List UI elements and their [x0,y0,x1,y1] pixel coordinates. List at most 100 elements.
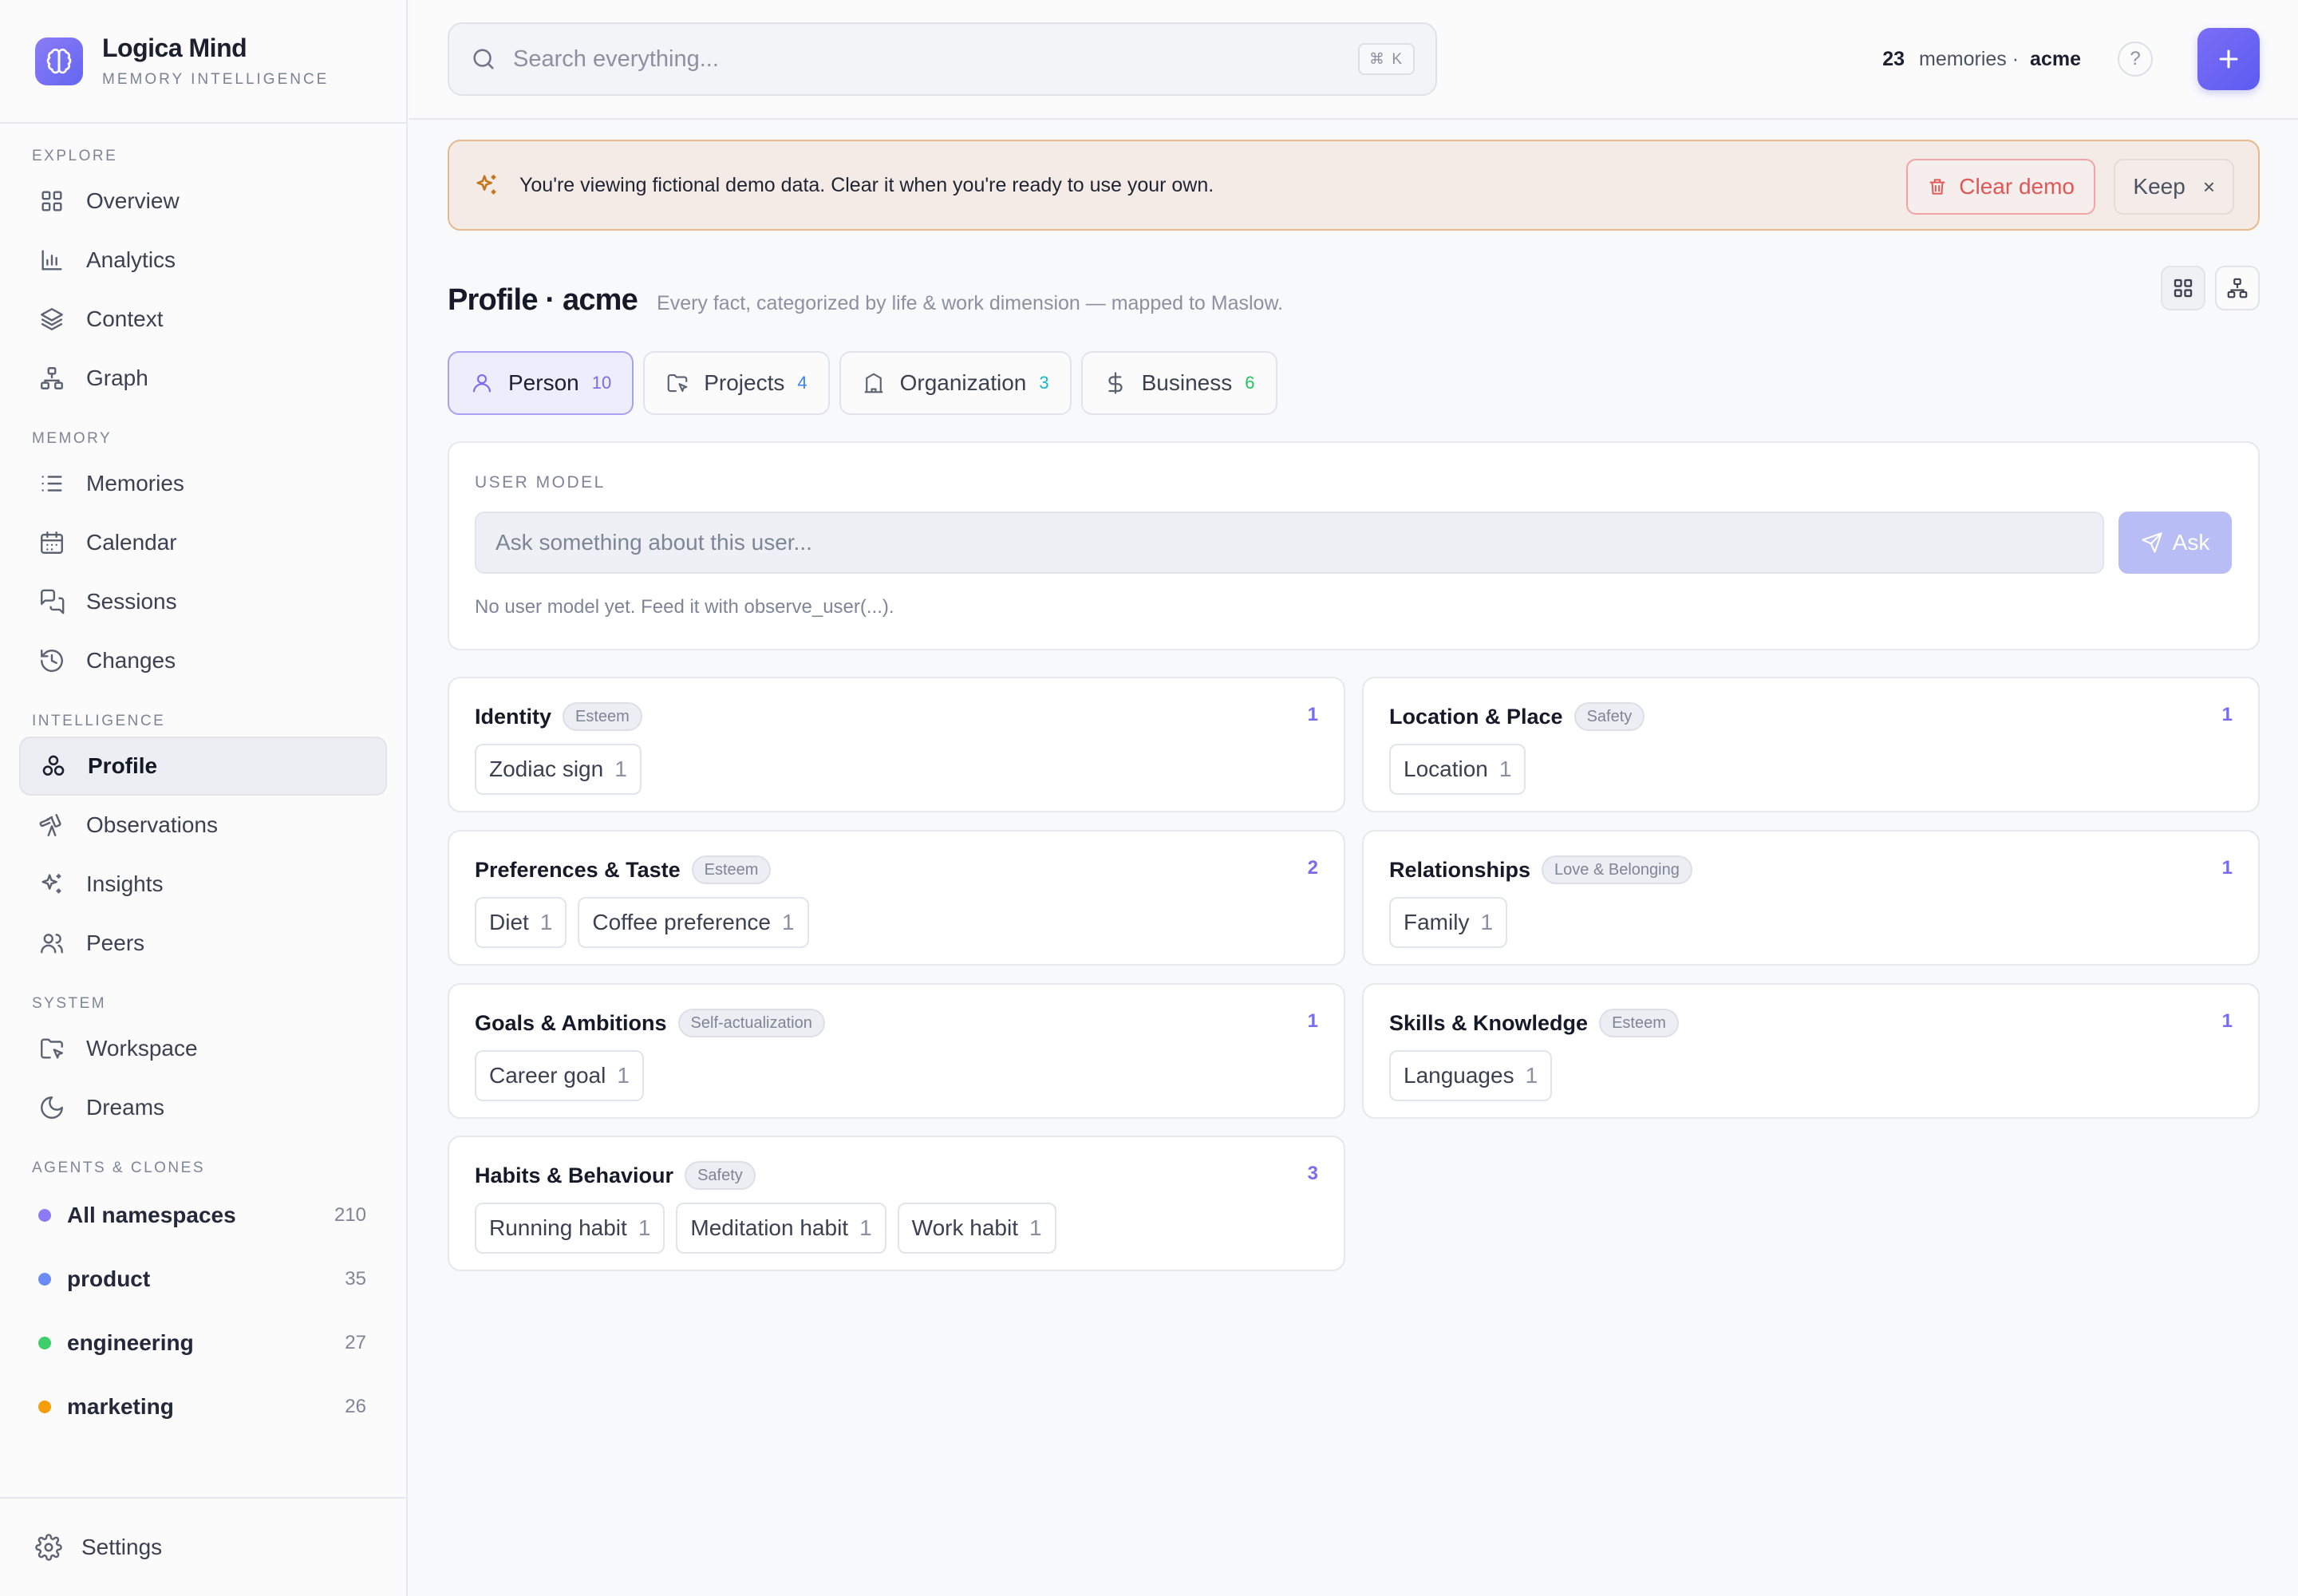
add-memory-button[interactable] [2197,28,2260,90]
fact-chip[interactable]: Running habit 1 [475,1203,665,1254]
namespace-label: All namespaces [67,1203,236,1227]
card-title: Relationships [1389,857,1531,882]
user-model-label: USER MODEL [475,473,606,492]
sidebar-item-dreams[interactable]: Dreams [19,1078,387,1137]
maslow-badge: Esteem [1599,1009,1679,1037]
fact-chip[interactable]: Career goal 1 [475,1050,644,1101]
memory-count: 23 [1882,47,1905,70]
sidebar-item-label: Overview [86,188,180,213]
category-card-habits[interactable]: Habits & Behaviour Safety 3 Running habit… [448,1136,1345,1271]
fact-chip[interactable]: Location 1 [1389,744,1526,795]
layers-icon [38,306,65,333]
sidebar-item-analytics[interactable]: Analytics [19,231,387,290]
topbar: Search everything... ⌘ K 23 memories · a… [409,0,2298,120]
section-label-intelligence: INTELLIGENCE [32,713,166,729]
brand[interactable]: Logica Mind MEMORY INTELLIGENCE [0,0,406,124]
maslow-badge: Safety [1573,702,1645,731]
brain-logo-icon [35,37,83,85]
fact-chip[interactable]: Coffee preference 1 [578,897,809,948]
tab-label: Business [1141,370,1233,395]
sidebar-item-label: Sessions [86,589,177,614]
search-icon [470,45,497,73]
category-card-location[interactable]: Location & Place Safety 1 Location 1 [1362,677,2260,812]
sidebar-item-peers[interactable]: Peers [19,914,387,973]
sidebar-item-context[interactable]: Context [19,290,387,349]
tree-view-button[interactable] [2215,266,2260,310]
category-card-skills[interactable]: Skills & Knowledge Esteem 1 Languages 1 [1362,983,2260,1119]
keep-demo-button[interactable]: Keep × [2114,159,2234,215]
tab-organization[interactable]: Organization 3 [839,351,1072,415]
dollar-icon [1104,371,1127,395]
fact-chip[interactable]: Family 1 [1389,897,1508,948]
fact-chip[interactable]: Work habit 1 [897,1203,1056,1254]
card-count: 1 [1307,704,1318,725]
fact-chip[interactable]: Languages 1 [1389,1050,1553,1101]
chip-count: 1 [1480,910,1494,934]
page-title: Profile · acme [448,283,638,317]
sidebar-item-label: Calendar [86,530,177,555]
fact-chip[interactable]: Diet 1 [475,897,567,948]
chip-count: 1 [539,910,553,934]
chip-count: 1 [1525,1063,1538,1088]
card-title: Habits & Behaviour [475,1163,674,1187]
sidebar-item-profile[interactable]: Profile [19,737,387,796]
sidebar-item-label: Dreams [86,1095,165,1120]
tab-count: 4 [797,373,807,393]
sidebar-item-label: Graph [86,365,148,390]
sidebar-item-sessions[interactable]: Sessions [19,572,387,631]
fact-chip[interactable]: Meditation habit 1 [676,1203,886,1254]
category-card-goals[interactable]: Goals & Ambitions Self-actualization 1 Ca… [448,983,1345,1119]
chip-count: 1 [1498,757,1512,781]
grid-view-button[interactable] [2161,266,2205,310]
sidebar-item-observations[interactable]: Observations [19,796,387,855]
demo-banner: You're viewing fictional demo data. Clea… [448,140,2260,231]
tab-person[interactable]: Person 10 [448,351,634,415]
namespace-item-engineering[interactable]: engineering 27 [0,1311,406,1375]
section-label-explore: EXPLORE [32,148,118,164]
card-title: Location & Place [1389,704,1563,729]
tab-business[interactable]: Business 6 [1080,351,1277,415]
namespace-item-all[interactable]: All namespaces 210 [0,1183,406,1247]
card-title: Preferences & Taste [475,857,681,882]
sidebar-item-graph[interactable]: Graph [19,349,387,408]
category-card-preferences[interactable]: Preferences & Taste Esteem 2 Diet 1 Coffee… [448,830,1345,966]
card-title: Skills & Knowledge [1389,1010,1589,1035]
sidebar-item-workspace[interactable]: Workspace [19,1019,387,1078]
user-model-note: No user model yet. Feed it with observe_… [475,596,894,618]
card-title: Identity [475,704,552,729]
users-icon [38,930,65,957]
search-input[interactable]: Search everything... ⌘ K [448,22,1437,96]
fact-chip[interactable]: Zodiac sign 1 [475,744,642,795]
brand-name: Logica Mind [102,34,247,62]
sidebar-item-overview[interactable]: Overview [19,172,387,231]
sidebar-item-memories[interactable]: Memories [19,454,387,513]
card-count: 3 [1307,1163,1318,1184]
settings-button[interactable]: Settings [0,1497,406,1596]
help-button[interactable]: ? [2118,41,2153,77]
profile-icon [40,753,67,780]
brand-subtitle: MEMORY INTELLIGENCE [102,71,330,88]
sidebar-item-label: Analytics [86,247,176,272]
sidebar-item-changes[interactable]: Changes [19,631,387,690]
namespace-item-product[interactable]: product 35 [0,1247,406,1311]
card-title: Goals & Ambitions [475,1010,667,1035]
clear-demo-button[interactable]: Clear demo [1906,159,2095,215]
sidebar-item-insights[interactable]: Insights [19,855,387,914]
namespace-dot [38,1400,51,1413]
grid-icon [2171,276,2195,300]
sidebar-item-calendar[interactable]: Calendar [19,513,387,572]
chip-label: Work habit [911,1215,1018,1240]
sidebar-item-label: Profile [88,753,158,778]
demo-banner-text: You're viewing fictional demo data. Clea… [519,173,1214,196]
user-model-question-input[interactable]: Ask something about this user... [475,512,2104,574]
tab-projects[interactable]: Projects 4 [643,351,830,415]
namespace-item-marketing[interactable]: marketing 26 [0,1375,406,1439]
category-card-relationships[interactable]: Relationships Love & Belonging 1 Family 1 [1362,830,2260,966]
chip-label: Location [1404,757,1488,781]
namespace-count: 26 [345,1396,366,1417]
sidebar-item-label: Context [86,306,164,331]
chip-count: 1 [614,757,627,781]
category-card-identity[interactable]: Identity Esteem 1 Zodiac sign 1 [448,677,1345,812]
maslow-badge: Love & Belonging [1542,855,1692,884]
ask-button[interactable]: Ask [2118,512,2232,574]
